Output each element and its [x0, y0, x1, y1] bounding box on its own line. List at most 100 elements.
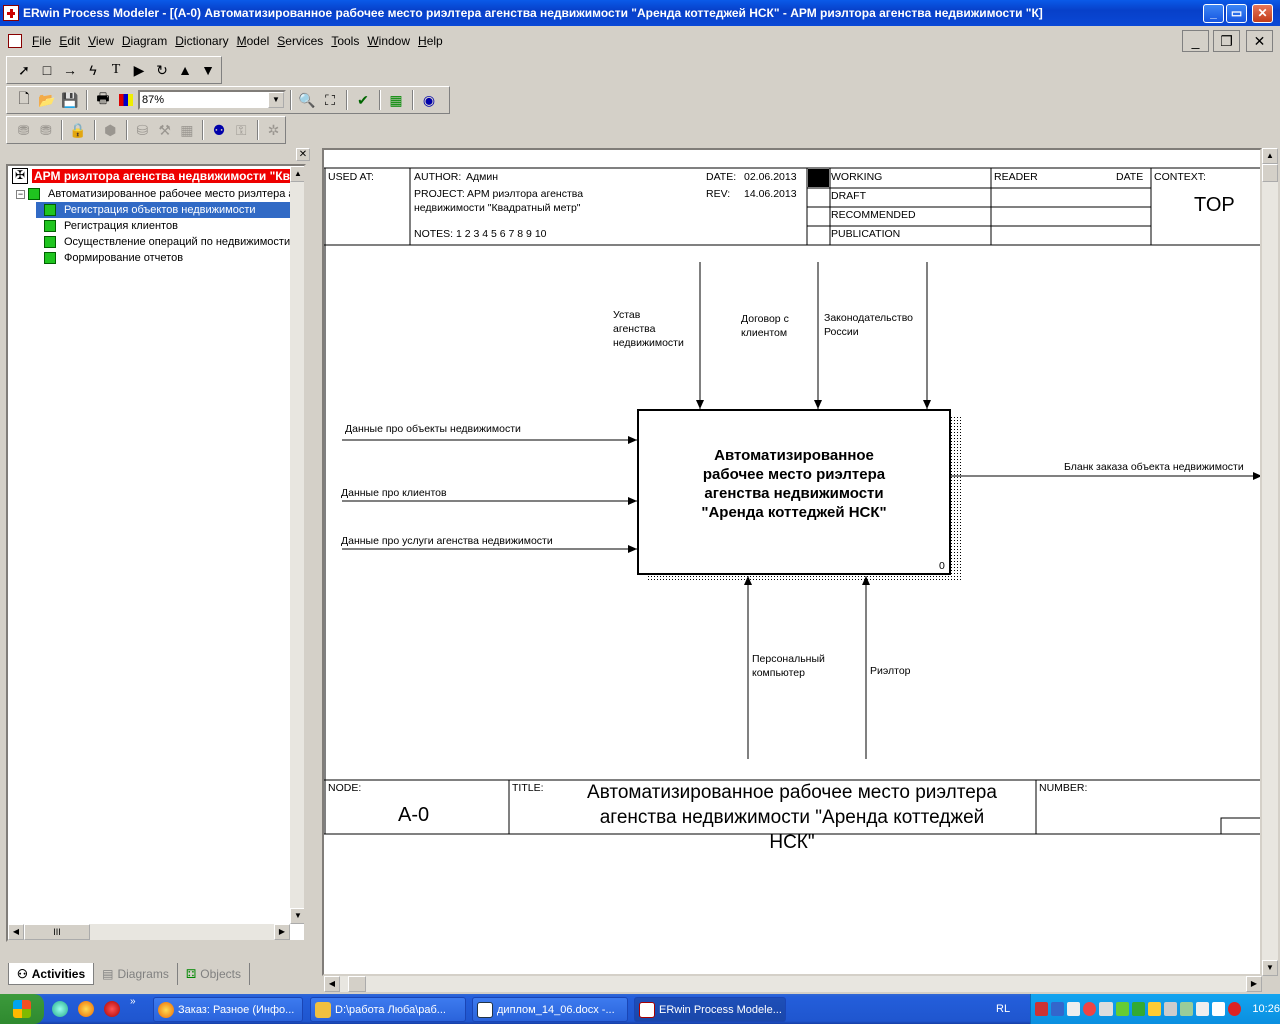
arrow-tool-icon[interactable]: →: [59, 59, 81, 81]
scroll-thumb[interactable]: III: [24, 924, 90, 940]
tray-monitor-icon[interactable]: [1067, 1002, 1081, 1016]
pointer-tool-icon[interactable]: ➚: [13, 59, 35, 81]
cylinder-icon[interactable]: ⛁: [132, 119, 153, 141]
diagram-canvas[interactable]: USED AT: AUTHOR: Админ DATE: 02.06.2013 …: [322, 148, 1262, 976]
scroll-down-icon[interactable]: ▼: [290, 908, 304, 924]
key-icon[interactable]: ⚿: [231, 119, 252, 141]
print-icon[interactable]: 🖶: [92, 89, 114, 111]
scroll-up-icon[interactable]: ▲: [1262, 148, 1278, 164]
tree-item[interactable]: Регистрация объектов недвижимости: [36, 202, 292, 218]
pane-close-icon[interactable]: ✕: [296, 148, 310, 161]
start-button[interactable]: [0, 994, 44, 1024]
tray-app-icon[interactable]: [1035, 1002, 1049, 1016]
scroll-left-icon[interactable]: ◀: [324, 976, 340, 992]
menu-file[interactable]: File: [28, 34, 55, 48]
menu-model[interactable]: Model: [233, 34, 274, 48]
menu-diagram[interactable]: Diagram: [118, 34, 171, 48]
task-firefox[interactable]: Заказ: Разное (Инфо...: [153, 997, 303, 1022]
clock[interactable]: 10:26: [1252, 1003, 1280, 1015]
erwin-app-icon: [3, 5, 19, 21]
menu-edit[interactable]: Edit: [55, 34, 84, 48]
tools-icon[interactable]: ⚒: [154, 119, 175, 141]
model-explorer-icon[interactable]: ▦: [385, 89, 407, 111]
grid-icon[interactable]: ▦: [176, 119, 197, 141]
document-icon[interactable]: [8, 34, 22, 48]
tray-shield-icon[interactable]: [1179, 1002, 1194, 1016]
mdi-close-button[interactable]: ✕: [1246, 30, 1273, 52]
canvas-horizontal-scrollbar[interactable]: ◀ ▶: [324, 976, 1262, 992]
zoom-fit-icon[interactable]: ⛶: [319, 89, 341, 111]
quicklaunch-firefox-icon[interactable]: [78, 1001, 94, 1017]
mdi-restore-button[interactable]: ❐: [1213, 30, 1240, 52]
tree-horizontal-scrollbar[interactable]: ◀ III ▶: [8, 924, 290, 940]
tray-player-icon[interactable]: [1147, 1002, 1161, 1016]
go-down-icon[interactable]: ▼: [197, 59, 219, 81]
task-erwin[interactable]: ERwin Process Modele...: [634, 997, 786, 1022]
scroll-right-icon[interactable]: ▶: [1246, 976, 1262, 992]
canvas-vertical-scrollbar[interactable]: ▲ ▼: [1262, 148, 1278, 976]
text-tool-icon[interactable]: T: [105, 59, 127, 81]
scroll-thumb[interactable]: [348, 976, 366, 992]
zoom-select[interactable]: 87% ▼: [138, 90, 286, 110]
scroll-up-icon[interactable]: ▲: [290, 166, 304, 182]
refresh-icon[interactable]: ↻: [151, 59, 173, 81]
menu-view[interactable]: View: [84, 34, 118, 48]
scroll-thumb[interactable]: [1262, 164, 1278, 182]
tray-opera-icon[interactable]: [1083, 1002, 1097, 1016]
zoom-in-icon[interactable]: 🔍: [296, 89, 318, 111]
go-parent-icon[interactable]: ▲: [174, 59, 196, 81]
tab-activities[interactable]: ⚇ Activities: [8, 963, 95, 985]
entity2-icon[interactable]: ⛃: [35, 119, 56, 141]
tree-item[interactable]: Формирование отчетов: [44, 250, 185, 266]
tray-network-icon[interactable]: [1051, 1002, 1065, 1016]
menu-dictionary[interactable]: Dictionary: [171, 34, 232, 48]
language-indicator[interactable]: RL: [996, 1003, 1010, 1015]
tree-item[interactable]: Регистрация клиентов: [44, 218, 180, 234]
report-icon[interactable]: ◉: [418, 89, 440, 111]
box-tool-icon[interactable]: □: [36, 59, 58, 81]
task-explorer[interactable]: D:\работа Люба\раб...: [310, 997, 466, 1022]
maximize-button[interactable]: ▭: [1226, 4, 1247, 23]
go-child-icon[interactable]: ▶: [128, 59, 150, 81]
quicklaunch-expand-icon[interactable]: »: [130, 996, 136, 1007]
tab-diagrams[interactable]: ▤ Diagrams: [94, 963, 178, 985]
scroll-down-icon[interactable]: ▼: [1262, 960, 1278, 976]
entity-icon[interactable]: ⛃: [13, 119, 34, 141]
tray-sound-icon[interactable]: [1163, 1002, 1177, 1016]
color-icon[interactable]: [115, 89, 137, 111]
minimize-button[interactable]: _: [1203, 4, 1224, 23]
tray-volume-icon[interactable]: [1099, 1002, 1113, 1016]
menu-tools[interactable]: Tools: [327, 34, 363, 48]
collapse-icon[interactable]: −: [16, 189, 25, 199]
chevron-down-icon[interactable]: ▼: [268, 92, 284, 108]
tree-vertical-scrollbar[interactable]: ▲ ▼: [290, 166, 304, 924]
menu-services[interactable]: Services: [273, 34, 327, 48]
scroll-left-icon[interactable]: ◀: [8, 924, 24, 940]
tab-objects[interactable]: ⚃ Objects: [178, 963, 250, 985]
quicklaunch-opera-icon[interactable]: [104, 1001, 120, 1017]
mdi-minimize-button[interactable]: _: [1182, 30, 1209, 52]
save-icon[interactable]: 💾: [59, 89, 81, 111]
tray-battery-icon[interactable]: [1212, 1002, 1226, 1016]
bug-icon[interactable]: ✲: [263, 119, 284, 141]
task-word[interactable]: диплом_14_06.docx -...: [472, 997, 628, 1022]
menu-window[interactable]: Window: [363, 34, 414, 48]
spellcheck-icon[interactable]: ✔: [352, 89, 374, 111]
quicklaunch-browser-icon[interactable]: [52, 1001, 68, 1017]
tree-root[interactable]: ✠ АРМ риэлтора агенства недвижимости "Кв…: [12, 168, 290, 184]
tray-clover-icon[interactable]: [1115, 1002, 1129, 1016]
users-icon[interactable]: ⚉: [208, 119, 229, 141]
cube-icon[interactable]: ⬢: [100, 119, 121, 141]
tray-nvidia-icon[interactable]: [1131, 1002, 1145, 1016]
tree-item[interactable]: Осуществление операций по недвижимости: [44, 234, 292, 250]
close-button[interactable]: ✕: [1252, 4, 1273, 23]
menu-help[interactable]: Help: [414, 34, 447, 48]
squiggle-tool-icon[interactable]: ϟ: [82, 59, 104, 81]
tray-safely-remove-icon[interactable]: [1196, 1002, 1210, 1016]
open-folder-icon[interactable]: 📂: [36, 89, 58, 111]
scroll-right-icon[interactable]: ▶: [274, 924, 290, 940]
tray-antivirus-icon[interactable]: [1228, 1002, 1242, 1016]
tree-level1[interactable]: − Автоматизированное рабочее место риэлт…: [16, 186, 304, 202]
lock-icon[interactable]: 🔒: [67, 119, 88, 141]
new-file-icon[interactable]: 🗋: [13, 89, 35, 111]
